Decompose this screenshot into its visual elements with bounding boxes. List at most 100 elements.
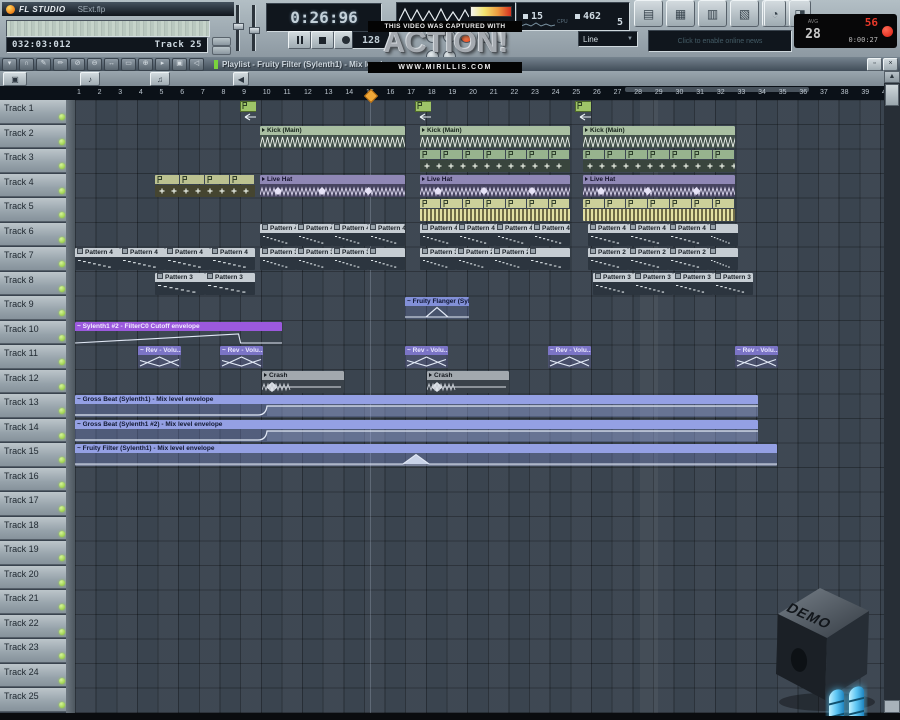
clip-fruity-flanger-syle[interactable]: ~ Fruity Flanger (Syle... <box>405 297 469 319</box>
clip-kick-main[interactable]: Kick (Main) <box>420 126 570 148</box>
track-header[interactable]: Track 9 <box>0 296 66 320</box>
playback-icon[interactable]: ▸ <box>155 58 170 71</box>
clip-pattern-4[interactable]: Pattern 4 <box>165 248 210 270</box>
mute-icon[interactable]: ⊖ <box>87 58 102 71</box>
track-enable-led[interactable] <box>59 531 65 537</box>
clip-pattern-2[interactable]: Pattern 2 <box>588 248 628 270</box>
stop-button[interactable] <box>311 31 334 49</box>
clip-pattern-3[interactable]: Pattern 3 <box>155 273 205 295</box>
timeline-ruler[interactable]: 1234567891011121314151617181920212223242… <box>0 86 884 100</box>
clip-gross-beat-sylenth1-mix-level-envelope[interactable]: ~ Gross Beat (Sylenth1) - Mix level enve… <box>75 395 758 417</box>
pl-close-icon[interactable]: × <box>883 58 898 71</box>
clip-pattern-4[interactable]: Pattern 4 <box>495 224 532 246</box>
scroll-up-button[interactable]: ▲ <box>884 71 900 83</box>
track-header[interactable]: Track 8 <box>0 272 66 296</box>
clip-pattern-3[interactable]: Pattern 3 <box>713 273 753 295</box>
pencil-icon[interactable]: ✎ <box>36 58 51 71</box>
pattern-mode-button[interactable] <box>212 37 231 46</box>
select-icon[interactable]: ▭ <box>121 58 136 71</box>
clip-pattern-4[interactable]: Pattern 4 <box>75 248 120 270</box>
app-title-bar[interactable]: FL STUDIO SExt.flp <box>2 2 234 16</box>
track-enable-led[interactable] <box>59 702 65 708</box>
clip-pattern-4[interactable]: Pattern 4 <box>588 224 628 246</box>
pattern-block-icon[interactable]: ▣ <box>3 72 27 86</box>
clip-pattern-3[interactable]: Pattern 3 <box>332 248 368 270</box>
pause-button[interactable] <box>288 31 311 49</box>
track-header[interactable]: Track 23 <box>0 639 66 663</box>
clip-rev-volu[interactable]: ~ Rev - Volu... <box>735 346 778 368</box>
news-panel[interactable]: Click to enable online news <box>648 30 792 52</box>
note-snap-icon[interactable]: ♪ <box>80 72 100 86</box>
track-header[interactable]: Track 7 <box>0 247 66 271</box>
clip-crash[interactable]: Crash <box>262 371 344 393</box>
zoom-icon[interactable]: ⊕ <box>138 58 153 71</box>
time-display[interactable]: 0:26:96 <box>266 3 382 32</box>
track-enable-led[interactable] <box>59 506 65 512</box>
track-enable-led[interactable] <box>59 604 65 610</box>
clip-pattern-3[interactable]: Pattern 3 <box>673 273 713 295</box>
clip-mini[interactable] <box>415 101 431 123</box>
track-header[interactable]: Track 15 <box>0 443 66 467</box>
clip-cells[interactable] <box>155 175 255 197</box>
track-header[interactable]: Track 4 <box>0 174 66 198</box>
track-header[interactable]: Track 13 <box>0 394 66 418</box>
track-header[interactable]: Track 12 <box>0 370 66 394</box>
master-volume-slider[interactable] <box>252 5 256 51</box>
volume-slider-thumb[interactable] <box>249 27 260 34</box>
clip-pattern-4[interactable]: Pattern 4 <box>457 224 495 246</box>
clip-pattern-4[interactable]: Pattern 4 <box>368 224 405 246</box>
vertical-scrollbar-thumb[interactable] <box>885 84 899 106</box>
magnet-icon[interactable]: ∩ <box>19 58 34 71</box>
speaker-icon[interactable]: ◁ <box>189 58 204 71</box>
track-header[interactable]: Track 2 <box>0 125 66 149</box>
track-header[interactable]: Track 22 <box>0 615 66 639</box>
track-enable-led[interactable] <box>59 261 65 267</box>
audio-preview-icon[interactable]: ◀ <box>233 72 249 86</box>
brush-icon[interactable]: ✏ <box>53 58 68 71</box>
menu-arrow-icon[interactable]: ▾ <box>2 58 17 71</box>
clip-pattern-2[interactable]: Pattern 2 <box>668 248 708 270</box>
track-enable-led[interactable] <box>59 286 65 292</box>
step-seq-window-icon[interactable]: ▦ <box>666 0 695 27</box>
clip-crash[interactable]: Crash <box>427 371 509 393</box>
shuttle-slider-thumb[interactable] <box>233 23 244 30</box>
track-enable-led[interactable] <box>59 384 65 390</box>
clock-icon[interactable]: ◔ <box>764 0 786 27</box>
clip-mini[interactable] <box>575 101 591 123</box>
clip-pattern-2[interactable]: Pattern 2 <box>456 248 492 270</box>
track-header[interactable]: Track 20 <box>0 566 66 590</box>
delete-icon[interactable]: ⊘ <box>70 58 85 71</box>
clip-pattern-4[interactable]: Pattern 4 <box>532 224 570 246</box>
pl-restore-icon[interactable]: ▫ <box>867 58 882 71</box>
shuttle-slider[interactable] <box>236 5 240 51</box>
clip-pattern[interactable] <box>708 248 738 270</box>
track-header[interactable]: Track 14 <box>0 419 66 443</box>
track-enable-led[interactable] <box>59 408 65 414</box>
track-header[interactable]: Track 5 <box>0 198 66 222</box>
clip-pattern-4[interactable]: Pattern 4 <box>210 248 255 270</box>
clip-pattern-3[interactable]: Pattern 3 <box>260 248 296 270</box>
track-header[interactable]: Track 11 <box>0 345 66 369</box>
clip-rev-volu[interactable]: ~ Rev - Volu... <box>138 346 181 368</box>
clip-live-hat[interactable]: Live Hat <box>420 175 570 197</box>
song-mode-button[interactable] <box>212 46 231 55</box>
clip-pattern-3[interactable]: Pattern 3 <box>593 273 633 295</box>
clip-kick-main[interactable]: Kick (Main) <box>260 126 405 148</box>
clip-pattern-3[interactable]: Pattern 3 <box>420 248 456 270</box>
track-enable-led[interactable] <box>59 433 65 439</box>
track-enable-led[interactable] <box>59 555 65 561</box>
track-enable-led[interactable] <box>59 678 65 684</box>
track-header[interactable]: Track 6 <box>0 223 66 247</box>
clip-live-hat[interactable]: Live Hat <box>583 175 735 197</box>
clip-pattern-3[interactable]: Pattern 3 <box>633 273 673 295</box>
track-enable-led[interactable] <box>59 212 65 218</box>
snap-selector[interactable]: Line ▼ <box>578 31 638 47</box>
clip-pattern[interactable] <box>708 224 738 246</box>
notes-icon[interactable]: ♫ <box>150 72 170 86</box>
track-header[interactable]: Track 19 <box>0 541 66 565</box>
track-header[interactable]: Track 3 <box>0 149 66 173</box>
track-header[interactable]: Track 21 <box>0 590 66 614</box>
track-enable-led[interactable] <box>59 359 65 365</box>
clip-pattern-3[interactable]: Pattern 3 <box>296 248 332 270</box>
track-header[interactable]: Track 16 <box>0 468 66 492</box>
